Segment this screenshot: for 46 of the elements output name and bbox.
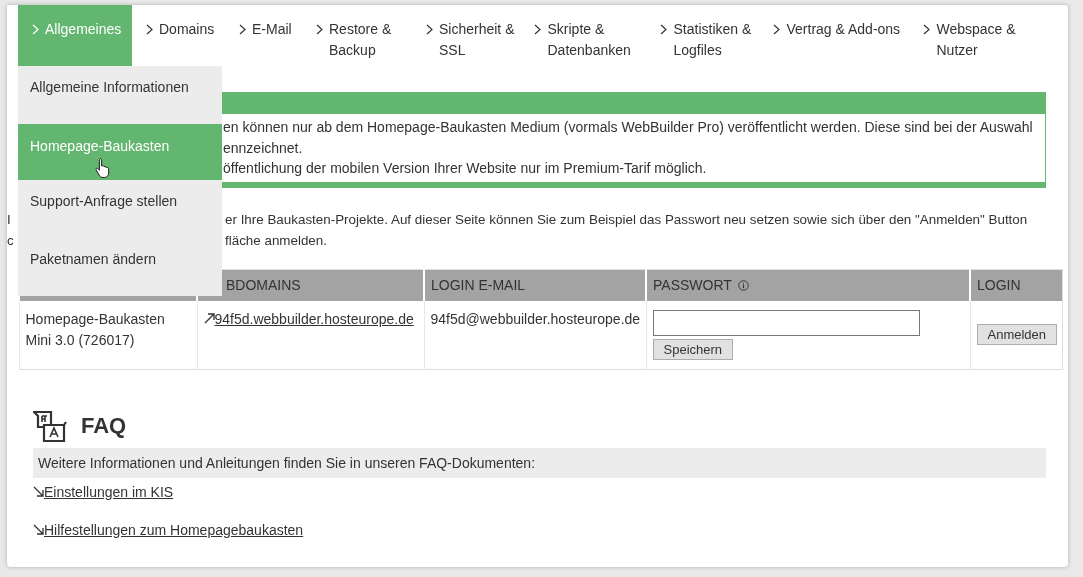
notice-text: öffentlichung der mobilen Version Ihrer Website nur im Premium-Tarif möglich.	[223, 159, 708, 178]
chevron-icon	[146, 24, 153, 35]
intro-text: I	[7, 211, 11, 227]
menu-item[interactable]: Allgemeine Informationen	[18, 66, 222, 124]
arrow-icon	[203, 312, 215, 324]
chevron-icon	[534, 24, 542, 35]
domain-link[interactable]: 94f5d.webbuilder.hosteurope.de	[214, 310, 414, 327]
column-header: LOGIN	[970, 269, 1062, 301]
nav-tab[interactable]: Statistiken & Logfiles	[646, 5, 760, 66]
intro-text: fläche anmelden.	[225, 231, 327, 250]
nav-tab[interactable]: Vertrag & Add-ons	[759, 5, 910, 66]
faq-info: Weitere Informationen und Anleitungen finden Sie in unseren FAQ-Dokumenten:	[33, 447, 1046, 478]
nav-tab[interactable]: Domains	[132, 5, 225, 66]
notice-text: ennzeichnet.	[223, 138, 304, 158]
chevron-icon	[773, 24, 781, 35]
pointer-cursor-icon	[95, 157, 111, 179]
menu-item[interactable]: Support-Anfrage stellen	[18, 180, 222, 238]
table-cell: Homepage-Baukasten Mini 3.0 (726017)	[25, 310, 165, 348]
chevron-icon	[32, 24, 39, 35]
chevron-icon	[316, 24, 323, 35]
column-header: LOGIN E-MAIL	[424, 269, 646, 301]
nav-tab[interactable]: Restore & Backup	[302, 5, 412, 66]
nav-tab[interactable]: Webspace & Nutzer	[909, 5, 1022, 66]
chevron-icon	[239, 24, 246, 35]
nav-tab[interactable]: Sicherheit & SSL	[412, 5, 521, 66]
column-header: PASSWORT	[646, 269, 970, 301]
arrow-icon	[33, 485, 44, 497]
faq-title: FAQ	[81, 412, 127, 439]
chevron-icon	[923, 24, 931, 35]
notice-text: en können nur ab dem Homepage-Baukasten Medium (vormals WebBuilder Pro) veröffentlicht werden. Diese sind bei der Auswahl	[223, 118, 1034, 137]
faq-icon	[33, 409, 69, 442]
table-cell: 94f5d@webbuilder.hosteurope.de	[430, 310, 641, 327]
arrow-icon	[33, 523, 44, 535]
save-button[interactable]: Speichern	[652, 338, 734, 360]
info-icon	[737, 280, 749, 291]
intro-text: er Ihre Baukasten-Projekte. Auf dieser Seite können Sie zum Beispiel das Passwort neu setzen sowie sich über den "Anmelden" Button	[225, 210, 1028, 229]
faq-link[interactable]: Hilfestellungen zum Homepagebaukasten	[44, 521, 304, 538]
password-field[interactable]	[652, 309, 920, 336]
chevron-icon	[660, 24, 668, 35]
chevron-icon	[426, 24, 433, 35]
faq-link[interactable]: Einstellungen im KIS	[44, 483, 174, 500]
nav-tab[interactable]: Skripte & Datenbanken	[520, 5, 647, 66]
menu-item[interactable]: Paketnamen ändern	[18, 238, 222, 296]
nav-tab[interactable]: E-Mail	[225, 5, 302, 66]
login-button[interactable]: Anmelden	[976, 324, 1058, 345]
intro-text: c	[7, 232, 14, 248]
